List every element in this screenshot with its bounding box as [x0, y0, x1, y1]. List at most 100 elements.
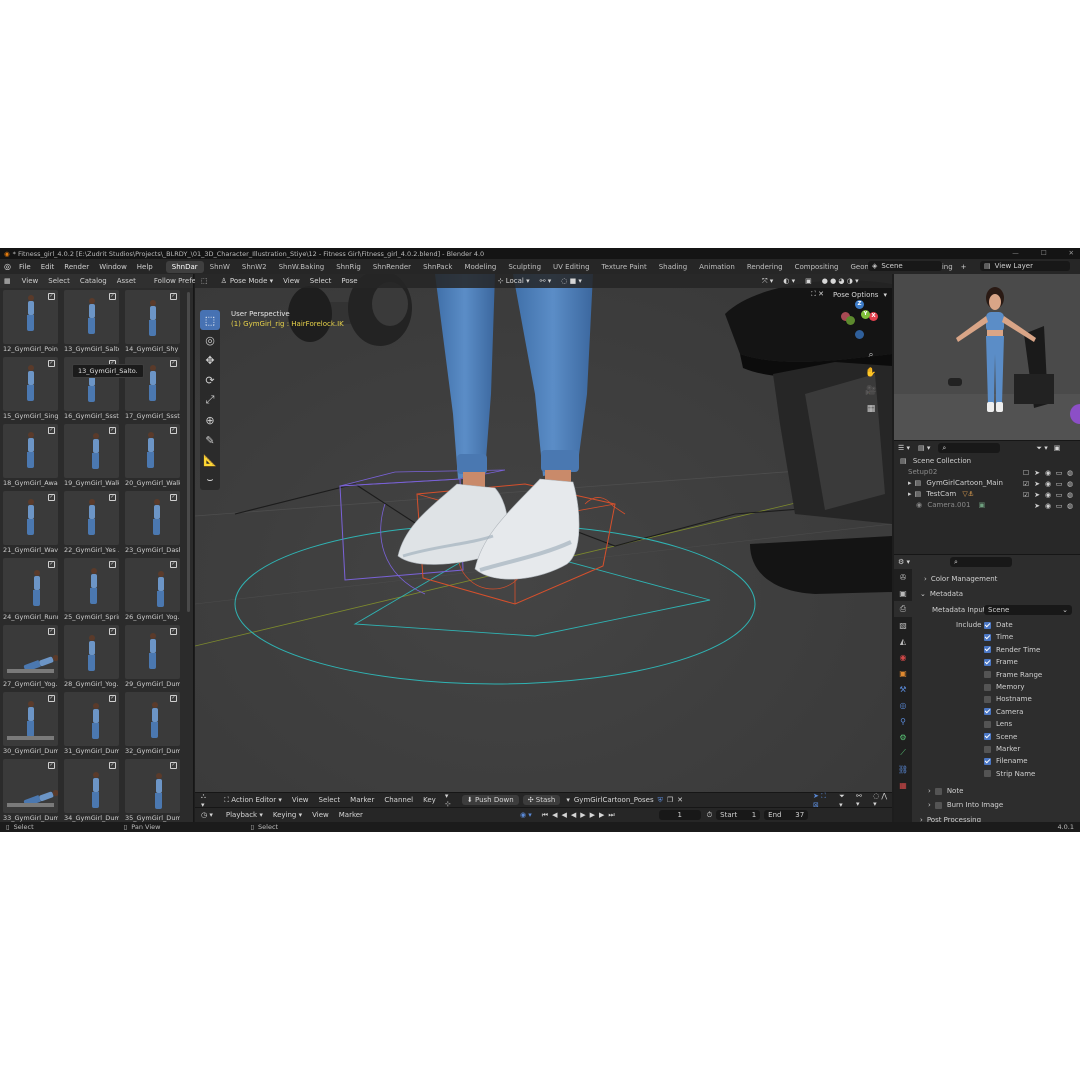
- include-checkbox[interactable]: [984, 683, 991, 691]
- world-tab-icon[interactable]: ◉: [894, 649, 912, 665]
- include-checkbox[interactable]: [984, 646, 991, 654]
- asset-item[interactable]: ✓ 31_GymGirl_Dum...: [64, 692, 119, 755]
- mode-selector[interactable]: ♙ Pose Mode ▾: [216, 277, 279, 285]
- asset-menu-asset[interactable]: Asset: [112, 277, 141, 285]
- menu-file[interactable]: File: [14, 263, 36, 271]
- burn-into-image-checkbox[interactable]: [934, 801, 942, 809]
- pan-hand-icon[interactable]: ✋: [864, 366, 878, 380]
- ortho-grid-icon[interactable]: ▦: [864, 402, 878, 416]
- properties-search-input[interactable]: ⌕: [950, 557, 1013, 567]
- include-option[interactable]: Date: [984, 621, 1013, 629]
- shading-solid-icon[interactable]: ● ● ◕ ◑ ▾: [817, 277, 864, 285]
- viewport-editor-icon[interactable]: ⬚: [201, 277, 208, 285]
- note-checkbox[interactable]: [934, 787, 942, 795]
- menu-edit[interactable]: Edit: [36, 263, 60, 271]
- proportional-icon[interactable]: ◌ ■ ▾: [556, 277, 587, 285]
- include-option[interactable]: Frame: [984, 658, 1018, 666]
- tab-modeling[interactable]: Modeling: [458, 261, 502, 273]
- include-option[interactable]: Strip Name: [984, 770, 1035, 778]
- timeline-menu-marker[interactable]: Marker: [334, 811, 368, 819]
- include-checkbox[interactable]: [984, 695, 991, 703]
- asset-item[interactable]: ✓ 15_GymGirl_Singl...: [3, 357, 58, 420]
- action-menu-channel[interactable]: Channel: [379, 796, 418, 804]
- tab-compositing[interactable]: Compositing: [789, 261, 845, 273]
- include-checkbox[interactable]: [984, 708, 991, 716]
- unlink-action-icon[interactable]: ✕: [677, 796, 683, 804]
- timeline-menu-keying[interactable]: Keying ▾: [268, 811, 307, 819]
- include-option[interactable]: Filename: [984, 757, 1028, 765]
- constraint-tab-icon[interactable]: ⚲: [894, 713, 912, 729]
- action-menu-select[interactable]: Select: [314, 796, 346, 804]
- properties-editor-icon[interactable]: ⚙ ▾: [898, 558, 910, 566]
- display-mode-icon[interactable]: ▤ ▾: [918, 444, 930, 452]
- asset-menu-select[interactable]: Select: [43, 277, 75, 285]
- asset-item[interactable]: ✓ 25_GymGirl_Sprint: [64, 558, 119, 621]
- duplicate-action-icon[interactable]: ❐: [667, 796, 673, 804]
- asset-item[interactable]: ✓ 14_GymGirl_Shy: [125, 290, 180, 353]
- view-layer-tab-icon[interactable]: ▧: [894, 617, 912, 633]
- pose-options-button[interactable]: Pose Options: [828, 291, 883, 299]
- transform-tool-icon[interactable]: ⊕: [200, 410, 220, 430]
- navigation-gizmo[interactable]: Z X Y ⌕ ✋ 🎥 ▦: [828, 290, 888, 440]
- gizmo-neg-y-icon[interactable]: [846, 316, 855, 325]
- panel-burn-into-image[interactable]: › Burn Into Image: [928, 801, 1003, 809]
- include-option[interactable]: Memory: [984, 683, 1024, 691]
- asset-item[interactable]: ✓ 34_GymGirl_Dum...: [64, 759, 119, 822]
- stopwatch-icon[interactable]: ⏱: [707, 811, 712, 820]
- rotate-tool-icon[interactable]: ⟳: [200, 370, 220, 390]
- action-browse-icon[interactable]: ▾: [566, 796, 570, 804]
- bone-constraint-tab-icon[interactable]: ⛓: [894, 761, 912, 777]
- outliner-item-gymgirl[interactable]: ▸ ▤ GymGirlCartoon_Main ☑ ➤ ◉ ▭ ◍: [894, 479, 1080, 490]
- monitor-icon[interactable]: ▭: [1055, 491, 1063, 499]
- include-checkbox[interactable]: [984, 770, 991, 778]
- checkbox-icon[interactable]: ☑: [1022, 491, 1030, 499]
- checkbox-icon[interactable]: ☐: [1022, 469, 1030, 477]
- select-arrow-icon[interactable]: ➤: [1033, 491, 1041, 499]
- outliner-item-setup[interactable]: Setup02 ☐ ➤ ◉ ▭ ◍: [894, 468, 1080, 479]
- minimize-icon[interactable]: —: [1012, 249, 1019, 257]
- asset-item[interactable]: ✓ 29_GymGirl_Dum...: [125, 625, 180, 688]
- xray-icon[interactable]: ▣: [800, 277, 817, 285]
- camera-view-icon[interactable]: 🎥: [864, 384, 878, 398]
- tool-tab-icon[interactable]: ✇: [894, 569, 912, 585]
- panel-note[interactable]: › Note: [928, 787, 963, 795]
- include-option[interactable]: Camera: [984, 708, 1023, 716]
- include-checkbox[interactable]: [984, 671, 991, 679]
- scale-tool-icon[interactable]: ⤢: [200, 390, 220, 410]
- move-tool-icon[interactable]: ✥: [200, 350, 220, 370]
- tab-shnw[interactable]: ShnW: [204, 261, 236, 273]
- outliner-search-input[interactable]: ⌕: [938, 443, 1001, 453]
- eye-icon[interactable]: ◉: [1044, 502, 1052, 510]
- gizmo-y-axis[interactable]: Y: [861, 310, 870, 319]
- tab-texture-paint[interactable]: Texture Paint: [596, 261, 653, 273]
- include-checkbox[interactable]: [984, 757, 991, 765]
- asset-item[interactable]: ✓ 24_GymGirl_Runn...: [3, 558, 58, 621]
- viewport-menu-pose[interactable]: Pose: [336, 277, 362, 285]
- metadata-input-dropdown[interactable]: Scene ⌄: [984, 605, 1072, 615]
- monitor-icon[interactable]: ▭: [1055, 469, 1063, 477]
- gizmo-z-axis[interactable]: Z: [855, 300, 864, 309]
- tab-rendering[interactable]: Rendering: [741, 261, 789, 273]
- object-data-tab-icon[interactable]: ⚙: [894, 729, 912, 745]
- include-option[interactable]: Hostname: [984, 695, 1032, 703]
- outliner-editor-icon[interactable]: ☰ ▾: [898, 444, 910, 452]
- end-frame-field[interactable]: End 37: [764, 810, 809, 820]
- add-workspace-icon[interactable]: +: [961, 263, 967, 271]
- include-checkbox[interactable]: [984, 658, 991, 666]
- action-menu-view[interactable]: View: [287, 796, 314, 804]
- viewport-menu-select[interactable]: Select: [305, 277, 337, 285]
- include-checkbox[interactable]: [984, 745, 991, 753]
- measure-tool-icon[interactable]: 📐: [200, 450, 220, 470]
- viewport-menu-view[interactable]: View: [278, 277, 305, 285]
- timeline-editor-icon[interactable]: ◷ ▾: [201, 811, 213, 819]
- fake-user-icon[interactable]: ⛨: [658, 796, 663, 805]
- menu-help[interactable]: Help: [132, 263, 158, 271]
- tab-shnrig[interactable]: ShnRig: [330, 261, 367, 273]
- modifier-tab-icon[interactable]: ⚒: [894, 681, 912, 697]
- monitor-icon[interactable]: ▭: [1055, 480, 1063, 488]
- asset-item[interactable]: ✓ 19_GymGirl_Walk...: [64, 424, 119, 487]
- tab-shnw-baking[interactable]: ShnW.Baking: [273, 261, 331, 273]
- select-box-tool-icon[interactable]: ⬚: [200, 310, 220, 330]
- physics-tab-icon[interactable]: ◎: [894, 697, 912, 713]
- select-arrow-icon[interactable]: ➤: [1033, 502, 1041, 510]
